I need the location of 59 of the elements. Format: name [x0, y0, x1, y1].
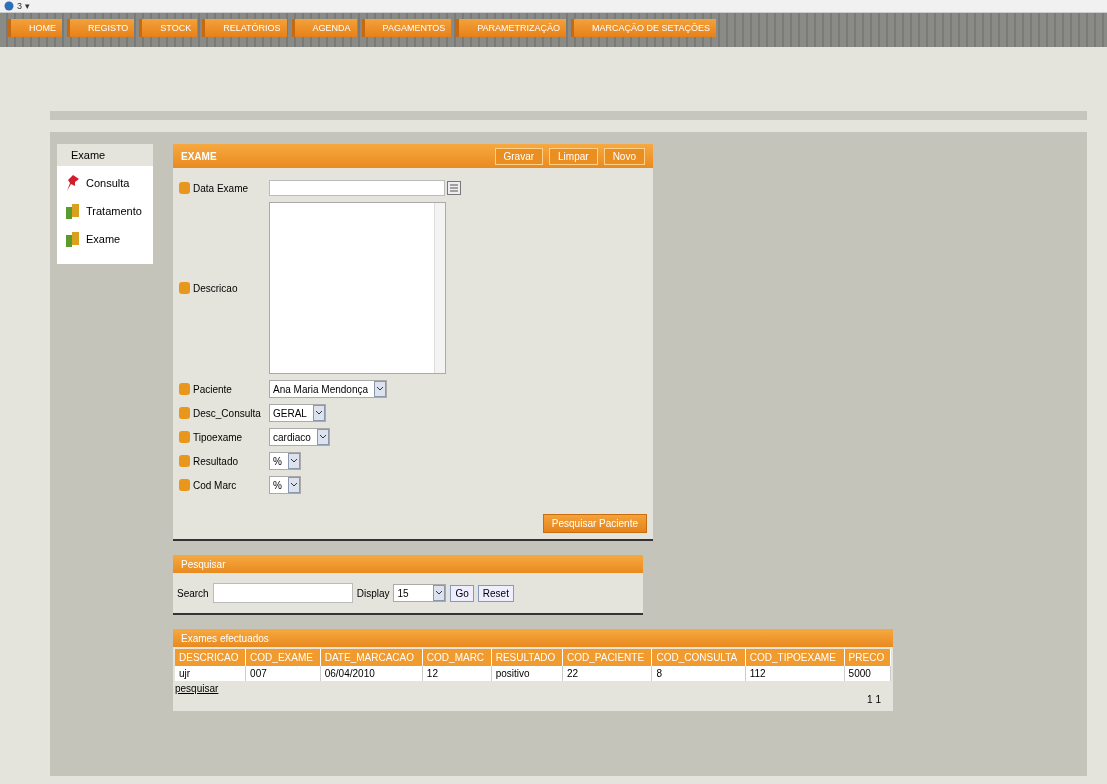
date-field[interactable] — [269, 180, 445, 196]
field-label: Resultado — [193, 455, 239, 467]
field-marker-icon — [179, 455, 190, 467]
field-marker-icon — [179, 282, 190, 294]
column-header: COD_PACIENTE — [562, 649, 652, 666]
table-cell: 12 — [422, 666, 492, 681]
tab-title[interactable]: 3 ▾ — [4, 1, 30, 11]
panel-title: EXAME — [181, 150, 217, 162]
search-field[interactable] — [212, 583, 353, 603]
column-header: COD_EXAME — [245, 649, 321, 666]
column-header: DATE_MARCACAO — [320, 649, 423, 666]
table-cell: 06/04/2010 — [320, 666, 423, 681]
table-cell: positivo — [491, 666, 563, 681]
field-label: Cod Marc — [193, 479, 237, 491]
dropdown[interactable]: Ana Maria Mendonça — [269, 380, 388, 398]
field-marker-icon — [179, 431, 190, 443]
field-marker-icon — [179, 407, 190, 419]
dropdown[interactable]: % — [269, 476, 301, 494]
calendar-icon[interactable] — [447, 181, 461, 195]
panel-title: Exames efectuados — [181, 632, 269, 644]
sidebar-title: Exame — [57, 144, 153, 166]
text-area[interactable] — [269, 202, 446, 374]
table-cell: 112 — [745, 666, 845, 681]
column-header: COD_MARC — [422, 649, 492, 666]
field-marker-icon — [179, 383, 190, 395]
field-marker-icon — [179, 479, 190, 491]
column-header: COD_TIPOEXAME — [745, 649, 845, 666]
sidebar-item[interactable]: Tratamento — [57, 194, 153, 222]
column-header: DESCRICAO — [175, 649, 246, 666]
field-label: Data Exame — [193, 182, 249, 194]
table-cell: ujr — [175, 666, 246, 681]
table-cell: 5000 — [844, 666, 891, 681]
display-label: Display — [356, 587, 390, 599]
field-marker-icon — [179, 182, 190, 194]
field-label: Descricao — [193, 282, 238, 294]
field-label: Desc_Consulta — [193, 407, 261, 419]
sidebar-item[interactable]: Exame — [57, 222, 153, 250]
table-cell: 007 — [245, 666, 321, 681]
column-header: PRECO — [844, 649, 891, 666]
sidebar-item[interactable]: Consulta — [57, 166, 153, 194]
books-icon — [65, 202, 81, 220]
dropdown[interactable]: GERAL — [269, 404, 326, 422]
books-icon — [65, 230, 81, 248]
field-label: Paciente — [193, 383, 232, 395]
dropdown[interactable]: % — [269, 452, 301, 470]
search-link[interactable]: pesquisar — [175, 683, 219, 694]
pagination[interactable]: 1 1 — [867, 694, 881, 705]
dropdown[interactable]: cardiaco — [269, 428, 330, 446]
globe-icon — [4, 1, 14, 11]
column-header: RESULTADO — [491, 649, 563, 666]
display-dropdown[interactable]: 15 — [393, 584, 447, 602]
panel-title: Pesquisar — [181, 558, 226, 570]
table-cell: 8 — [651, 666, 746, 681]
column-header: COD_CONSULTA — [651, 649, 746, 666]
go-button[interactable]: Go — [450, 584, 474, 602]
reset-button[interactable]: Reset — [477, 584, 514, 602]
table-cell: 22 — [562, 666, 652, 681]
field-label: Tipoexame — [193, 431, 243, 443]
search-label: Search — [177, 587, 209, 599]
